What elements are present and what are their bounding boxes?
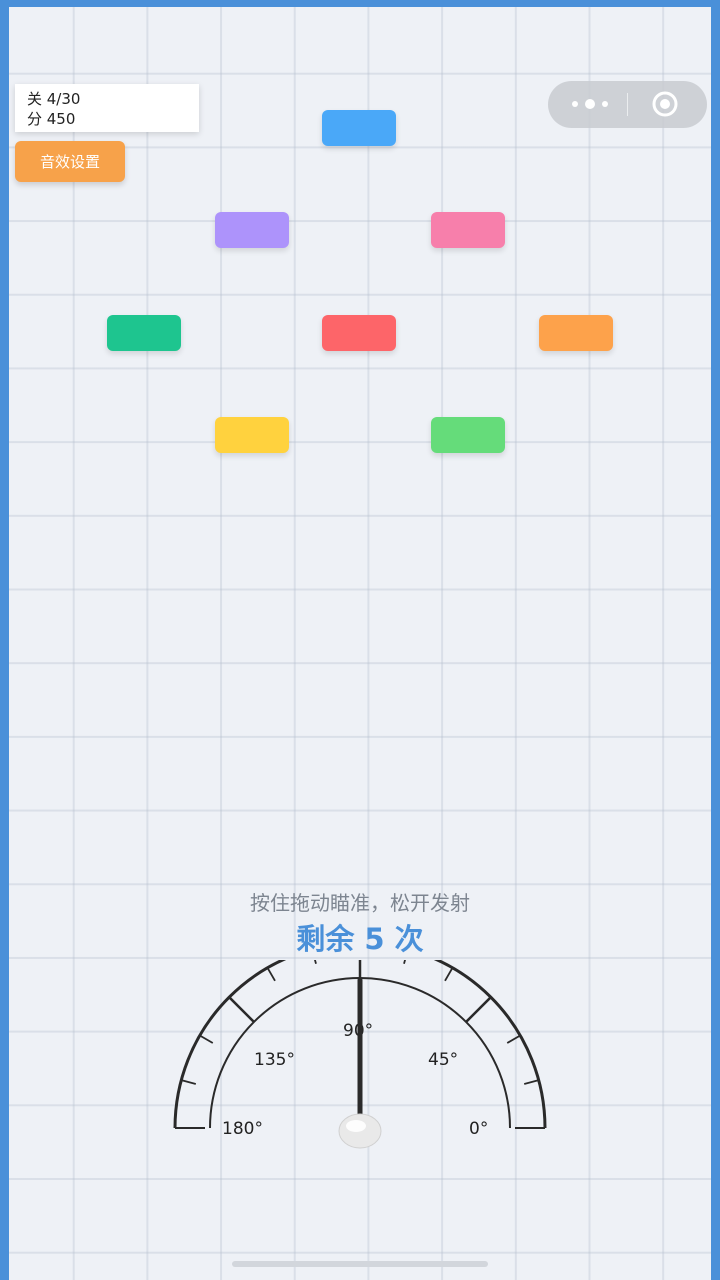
block-pink (431, 212, 505, 248)
angle-gauge[interactable]: 180° 135° 90° 45° 0° (160, 960, 560, 1160)
block-blue (322, 110, 396, 146)
gauge-tick (314, 960, 317, 965)
gauge-tick (403, 960, 406, 965)
gauge-tick (266, 967, 276, 982)
gauge-tick (506, 1034, 521, 1044)
capsule-divider (627, 93, 628, 116)
angle-label-45: 45° (428, 1050, 458, 1070)
miniprogram-capsule (548, 81, 707, 128)
angle-label-0: 0° (469, 1119, 488, 1139)
gauge-tick (181, 1079, 197, 1085)
aim-hint: 按住拖动瞄准，松开发射 (250, 891, 470, 915)
block-yellow (215, 417, 289, 453)
more-icon[interactable] (570, 98, 610, 110)
block-orange (539, 315, 613, 351)
level-score-panel: 关 4/30 分 450 (15, 84, 199, 132)
level-indicator: 关 4/30 (27, 90, 81, 108)
block-purple (215, 212, 289, 248)
close-target-icon[interactable] (652, 91, 678, 117)
gauge-tick (199, 1034, 214, 1044)
gauge-tick (523, 1079, 539, 1085)
block-teal (107, 315, 181, 351)
angle-label-135: 135° (254, 1050, 295, 1070)
ball-highlight (346, 1120, 366, 1132)
block-red (322, 315, 396, 351)
remaining-shots: 剩余 5 次 (296, 922, 424, 956)
gauge-tick (465, 996, 492, 1023)
score-indicator: 分 450 (27, 110, 76, 128)
block-green (431, 417, 505, 453)
gauge-tick (228, 996, 255, 1023)
sound-settings-button[interactable]: 音效设置 (15, 141, 125, 182)
angle-label-180: 180° (222, 1119, 263, 1139)
gauge-tick (444, 967, 454, 982)
home-indicator (232, 1261, 488, 1267)
